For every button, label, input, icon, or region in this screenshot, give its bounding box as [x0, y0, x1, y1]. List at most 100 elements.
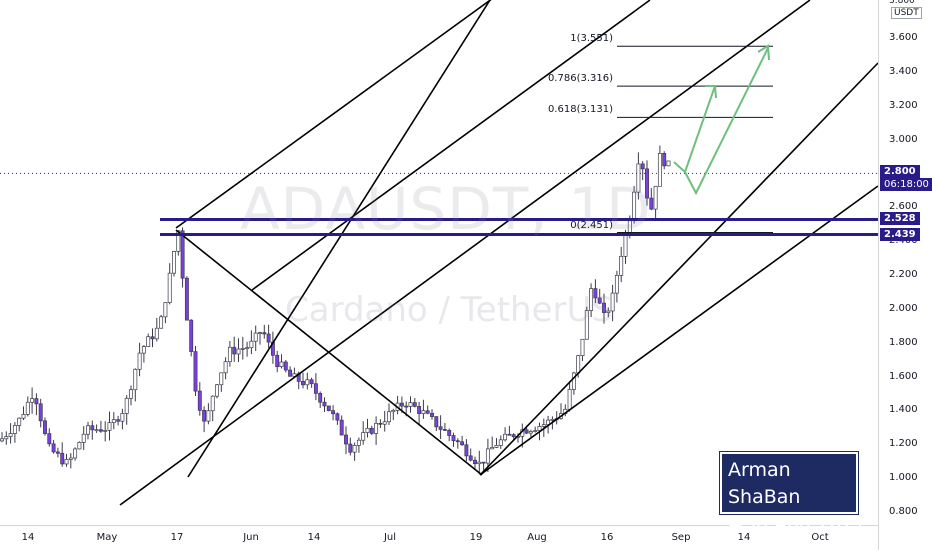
- candle-body: [653, 185, 658, 210]
- candle-body: [141, 346, 146, 354]
- candle-body: [533, 430, 538, 432]
- candle-body: [451, 435, 456, 442]
- name-watermark: Cardano / TetherUS: [285, 290, 613, 330]
- x-tick-label: Jul: [383, 532, 397, 543]
- candle-body: [94, 429, 99, 432]
- y-tick-label: 3.600: [889, 32, 918, 43]
- candle-body: [468, 455, 473, 461]
- y-tick-label: 3.200: [889, 99, 918, 111]
- candle-body: [245, 347, 250, 350]
- symbol-watermark: ADAUSDT, 1D: [240, 175, 652, 243]
- candle-body: [167, 272, 172, 303]
- candle-body: [640, 163, 645, 170]
- candle-body: [335, 413, 340, 421]
- x-tick-label: 14: [21, 532, 35, 543]
- candle-body: [425, 410, 430, 414]
- y-tick-label: 1.400: [889, 404, 918, 416]
- countdown-tag: 06:18:00: [880, 178, 932, 192]
- candle-body: [288, 369, 293, 377]
- candle-body: [73, 448, 78, 459]
- candle-body: [387, 411, 391, 423]
- candle-body: [455, 440, 460, 443]
- candle-body: [344, 434, 348, 445]
- x-tick-label: Jun: [243, 532, 259, 543]
- candle-body: [77, 442, 82, 450]
- y-axis[interactable]: 3.6003.4003.2003.0002.8002.6002.4002.200…: [878, 0, 932, 550]
- x-tick-label: May: [96, 532, 118, 543]
- x-tick-label: Sep: [671, 532, 691, 543]
- price-chart[interactable]: ADAUSDT, 1D Cardano / TetherUS 1(3.551) 0…: [0, 0, 932, 551]
- candle-body: [511, 434, 516, 438]
- candle-body: [571, 372, 576, 390]
- candle-body: [494, 445, 499, 448]
- channel-line: [119, 0, 811, 506]
- candle-body: [580, 338, 585, 357]
- y-tick-label: 3.800: [889, 0, 915, 6]
- candle-body: [365, 427, 370, 433]
- candle-body: [64, 459, 69, 465]
- candle-body: [137, 352, 142, 370]
- y-tick-label: 3.000: [889, 133, 918, 145]
- candle-body: [498, 439, 503, 446]
- candle-body: [301, 381, 305, 386]
- x-tick-label: 19: [469, 532, 483, 543]
- candle-body: [541, 424, 546, 427]
- candle-body: [576, 355, 581, 374]
- candle-body: [464, 444, 469, 457]
- candle-body: [412, 402, 417, 407]
- candle-body: [240, 348, 245, 350]
- candle-body: [318, 393, 323, 403]
- candle-body: [339, 419, 344, 436]
- candle-body: [361, 432, 366, 441]
- candle-body: [133, 368, 138, 391]
- candle-body: [258, 332, 262, 334]
- candle-body: [120, 413, 125, 422]
- candle-body: [481, 461, 486, 464]
- candle-body: [490, 447, 495, 450]
- candle-body: [193, 351, 198, 392]
- candle-body: [369, 427, 374, 434]
- candle-body: [215, 384, 219, 397]
- candle-body: [313, 383, 318, 394]
- candle-body: [309, 379, 314, 385]
- candle-body: [30, 398, 35, 403]
- candle-body: [507, 433, 512, 436]
- candle-body: [129, 389, 133, 399]
- candle-body: [4, 436, 9, 440]
- candle-body: [275, 354, 280, 368]
- y-tick-label: 0.800: [889, 506, 918, 517]
- candle-body: [404, 405, 409, 408]
- candle-body: [219, 372, 224, 386]
- candle-body: [103, 429, 108, 432]
- candle-body: [172, 251, 176, 274]
- y-tick-label: 1.200: [889, 438, 918, 450]
- x-tick-label: 14: [307, 532, 321, 543]
- candle-body: [382, 421, 387, 425]
- candle-body: [159, 316, 164, 329]
- candle-body: [184, 277, 189, 321]
- candle-body: [283, 361, 288, 371]
- candle-body: [107, 422, 112, 431]
- channel-line: [175, 229, 483, 476]
- candle-body: [421, 410, 426, 414]
- projection-arrow: [684, 47, 769, 196]
- y-tick-label: 1.000: [889, 472, 918, 484]
- candle-body: [21, 414, 26, 419]
- y-tick-label: 2.200: [889, 269, 918, 280]
- candle-body: [8, 433, 13, 437]
- fib-label: 0.618(3.131): [547, 104, 613, 116]
- candle-body: [197, 390, 202, 411]
- candle-body: [12, 425, 17, 434]
- candle-body: [322, 401, 327, 407]
- candle-body: [352, 445, 357, 453]
- candle-body: [249, 340, 254, 349]
- fib-label: 0.786(3.316): [547, 73, 613, 85]
- y-tick-label: 1.800: [889, 336, 918, 348]
- candle-body: [438, 426, 443, 430]
- candle-body: [657, 152, 662, 187]
- candle-body: [55, 451, 60, 454]
- candle-body: [17, 417, 22, 426]
- y-tick-label: 1.600: [889, 370, 918, 382]
- candle-body: [98, 429, 103, 432]
- candle-body: [331, 410, 336, 415]
